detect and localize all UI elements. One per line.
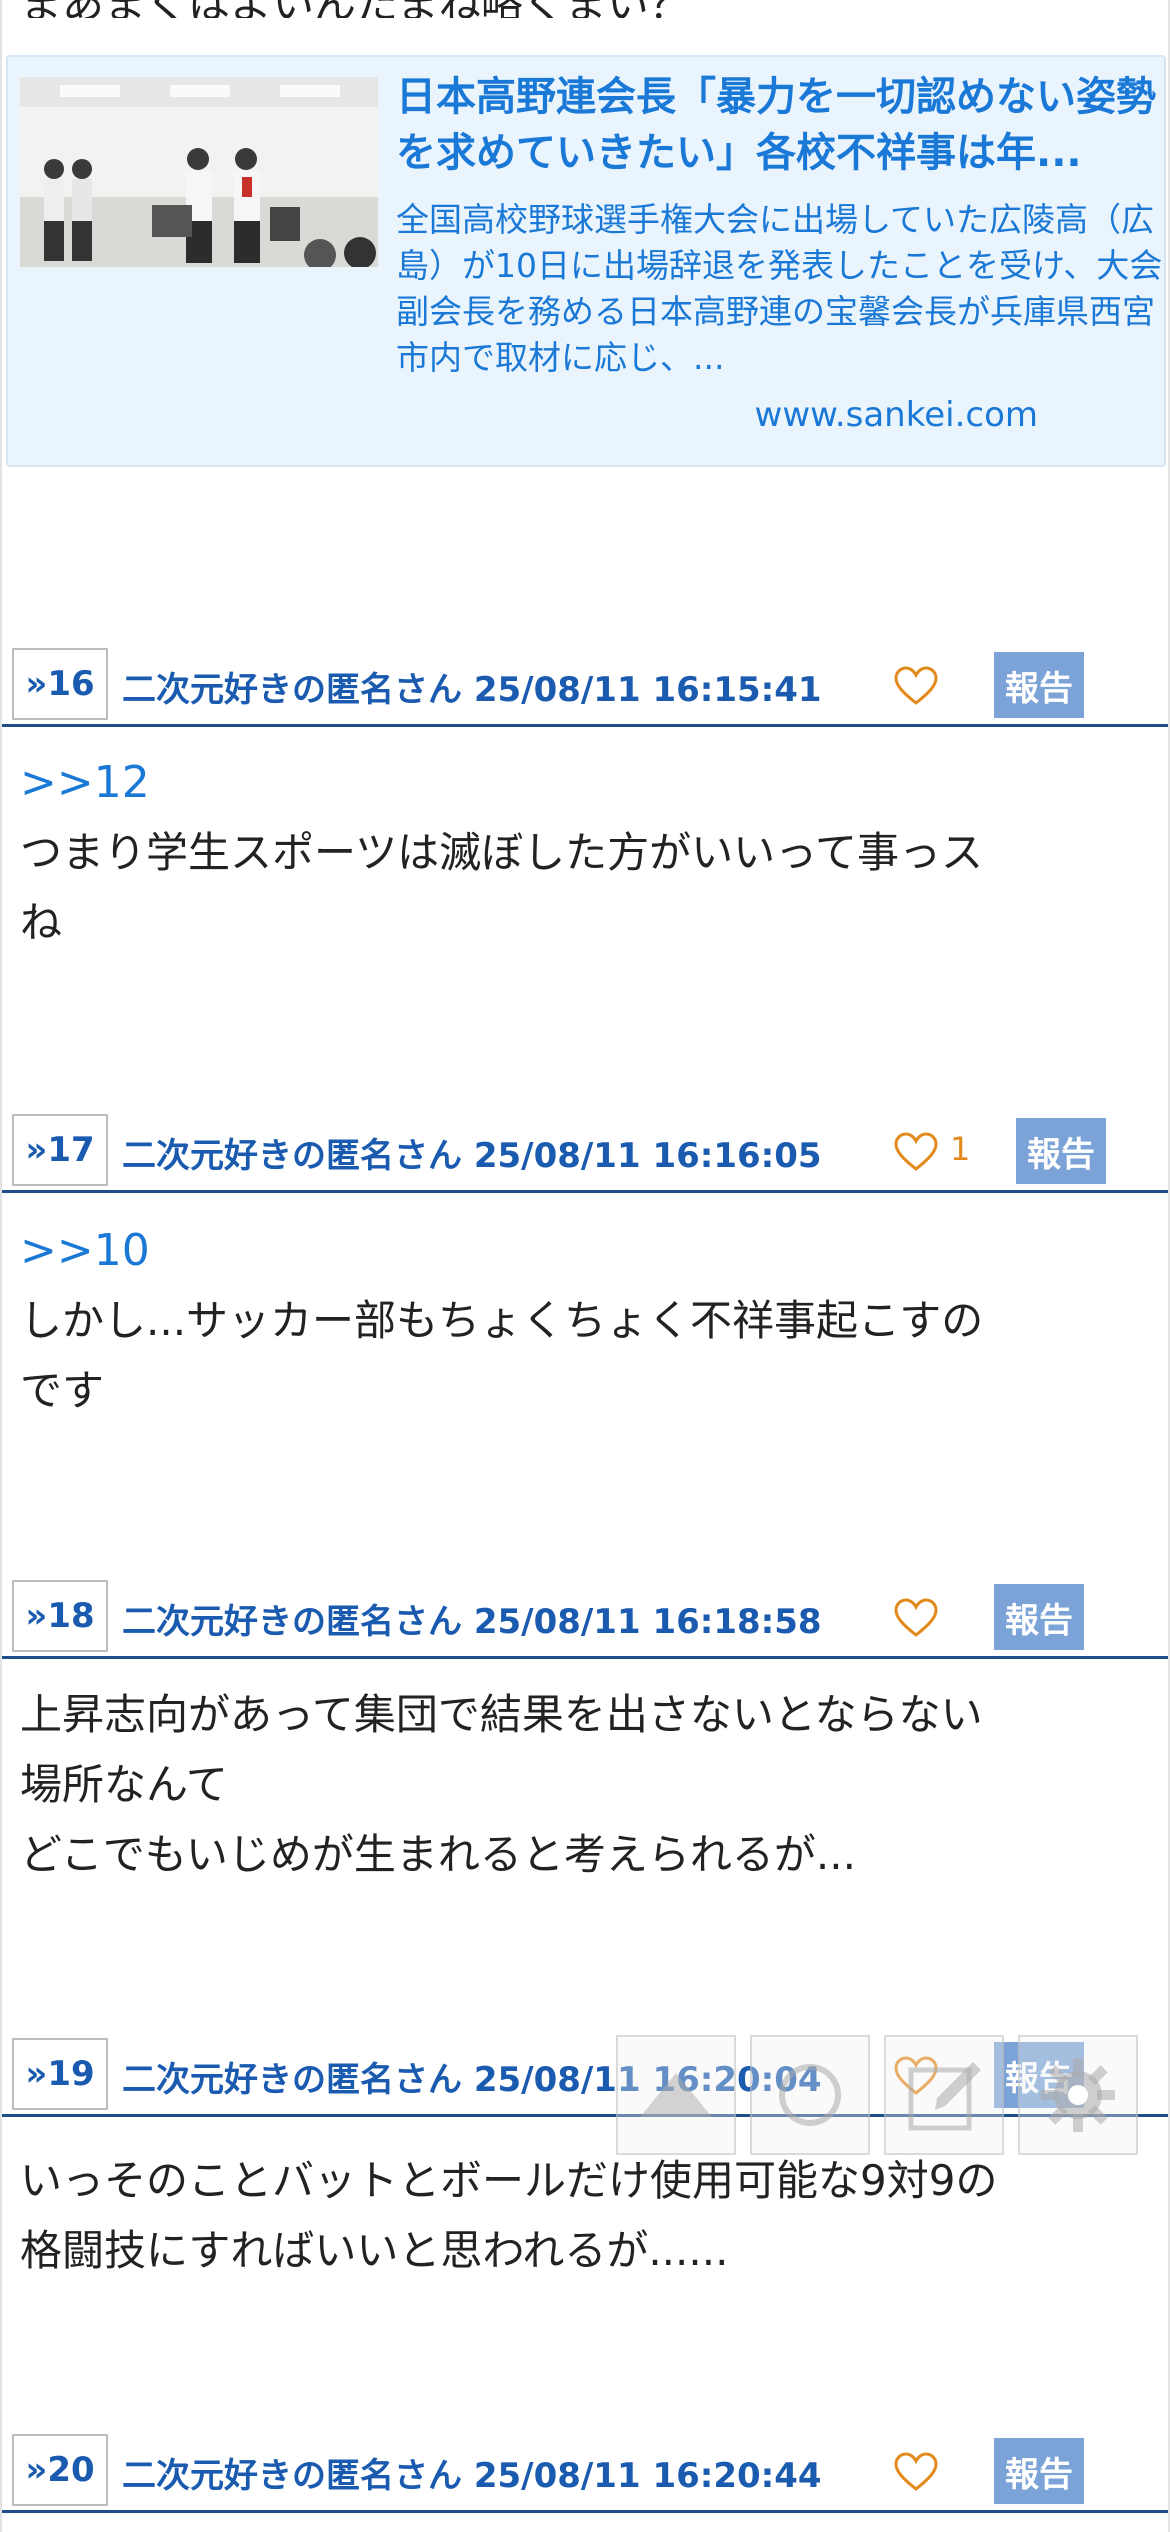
scroll-top-button[interactable] xyxy=(616,2035,736,2155)
post-body-19: いっそのことバットとボールだけ使用可能な9対9の 格闘技にすればいいと思われるが… xyxy=(20,2146,1140,2286)
post-text-line: どこでもいじめが生まれると考えられるが... xyxy=(20,1830,856,1879)
post-divider xyxy=(2,1656,1168,1659)
settings-icon xyxy=(1041,2058,1115,2132)
reply-anchor-link[interactable]: >>10 xyxy=(20,1216,1140,1286)
report-button[interactable]: 報告 xyxy=(994,2438,1084,2504)
post-number-link[interactable]: »17 xyxy=(12,1114,108,1186)
post-divider xyxy=(2,1190,1168,1193)
settings-button[interactable] xyxy=(1018,2035,1138,2155)
previous-post-text: まあまくはよいんたまね略くまい？ xyxy=(20,0,1140,18)
post-text-line: 上昇志向があって集団で結果を出さないとならない xyxy=(20,1690,983,1739)
link-preview-card[interactable]: 日本高野連会長「暴力を一切認めない姿勢を求めていきたい」各校不祥事は年... 全… xyxy=(6,55,1166,467)
post-number-link[interactable]: »16 xyxy=(12,648,108,720)
post-divider xyxy=(2,2510,1168,2513)
like-heart-icon[interactable] xyxy=(894,2452,938,2492)
post-header-20: »20 二次元好きの匿名さん 25/08/11 16:20:44 報告 xyxy=(2,2428,1168,2513)
post-divider xyxy=(2,724,1168,727)
scroll-top-icon xyxy=(640,2073,712,2117)
report-button[interactable]: 報告 xyxy=(994,652,1084,718)
like-count: 1 xyxy=(950,1130,971,1168)
floating-toolbar xyxy=(616,2035,1170,2155)
post-number-link[interactable]: »18 xyxy=(12,1580,108,1652)
like-heart-icon[interactable] xyxy=(894,1132,938,1172)
post-meta: 二次元好きの匿名さん 25/08/11 16:15:41 xyxy=(122,670,822,710)
post-header-17: »17 二次元好きの匿名さん 25/08/11 16:16:05 1 報告 xyxy=(2,1108,1168,1193)
report-button[interactable]: 報告 xyxy=(1016,1118,1106,1184)
refresh-button[interactable] xyxy=(750,2035,870,2155)
like-heart-icon[interactable] xyxy=(894,1598,938,1638)
post-number-link[interactable]: »19 xyxy=(12,2038,108,2110)
post-text-line: です xyxy=(20,1366,105,1415)
post-header-18: »18 二次元好きの匿名さん 25/08/11 16:18:58 報告 xyxy=(2,1574,1168,1659)
post-header-16: »16 二次元好きの匿名さん 25/08/11 16:15:41 報告 xyxy=(2,642,1168,727)
post-number-link[interactable]: »20 xyxy=(12,2434,108,2506)
like-heart-icon[interactable] xyxy=(894,666,938,706)
link-card-title[interactable]: 日本高野連会長「暴力を一切認めない姿勢を求めていきたい」各校不祥事は年... xyxy=(396,69,1156,189)
post-text-line: ね xyxy=(20,898,63,947)
link-card-url[interactable]: www.sankei.com xyxy=(755,395,1038,435)
compose-icon xyxy=(908,2062,981,2131)
link-card-description: 全国高校野球選手権大会に出場していた広陵高（広島）が10日に出場辞退を発表したこ… xyxy=(396,200,1163,377)
post-meta: 二次元好きの匿名さん 25/08/11 16:16:05 xyxy=(122,1136,822,1176)
post-text-line: 場所なんて xyxy=(20,1760,228,1809)
post-meta: 二次元好きの匿名さん 25/08/11 16:20:44 xyxy=(122,2456,822,2496)
post-text-line: しかし...サッカー部もちょくちょく不祥事起こすの xyxy=(20,1296,984,1345)
post-body-16: >>12 つまり学生スポーツは滅ぼした方がいいって事っス ね xyxy=(20,748,1140,958)
post-text-line: つまり学生スポーツは滅ぼした方がいいって事っス xyxy=(20,828,984,877)
post-body-18: 上昇志向があって集団で結果を出さないとならない 場所なんて どこでもいじめが生ま… xyxy=(20,1680,1140,1890)
post-meta: 二次元好きの匿名さん 25/08/11 16:18:58 xyxy=(122,1602,822,1642)
post-body-17: >>10 しかし...サッカー部もちょくちょく不祥事起こすの です xyxy=(20,1216,1140,1426)
report-button[interactable]: 報告 xyxy=(994,1584,1084,1650)
compose-button[interactable] xyxy=(884,2035,1004,2155)
reply-anchor-link[interactable]: >>12 xyxy=(20,748,1140,818)
article-thumbnail xyxy=(20,77,378,267)
post-text-line: いっそのことバットとボールだけ使用可能な9対9の xyxy=(20,2156,998,2205)
refresh-icon xyxy=(779,2064,841,2126)
thread-page: まあまくはよいんたまね略くまい？ xyxy=(0,0,1170,2532)
post-text-line: 格闘技にすればいいと思われるが...... xyxy=(20,2226,729,2275)
